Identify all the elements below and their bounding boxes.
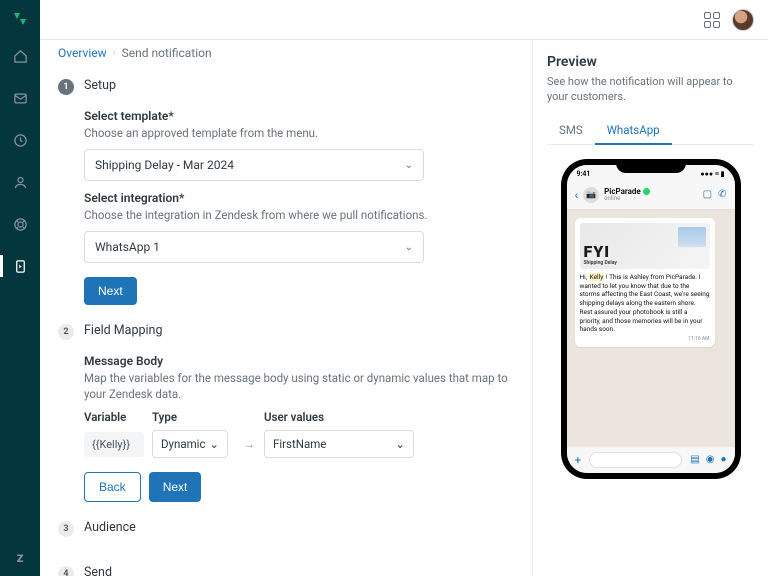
breadcrumb: Overview › Send notification xyxy=(58,46,514,60)
chevron-down-icon: ⌄ xyxy=(395,437,405,451)
sticker-icon: ▤ xyxy=(690,454,699,465)
step-2-marker: 2 xyxy=(58,324,74,340)
nav-support[interactable] xyxy=(0,210,40,238)
user-value-select-value: FirstName xyxy=(273,437,326,451)
whatsapp-text-input xyxy=(589,452,682,468)
nav-home[interactable] xyxy=(0,42,40,70)
integration-select[interactable]: WhatsApp 1 ⌄ xyxy=(84,231,424,263)
phone-signal-icon: ●●● ≡ ▮ xyxy=(700,170,724,178)
apps-switcher-icon[interactable] xyxy=(704,12,720,28)
step-4-title: Send xyxy=(84,565,112,576)
preview-pane: Preview See how the notification will ap… xyxy=(532,40,768,576)
contact-status: online xyxy=(604,196,698,202)
col-variable: Variable xyxy=(84,410,152,424)
type-select[interactable]: Dynamic ⌄ xyxy=(152,430,228,458)
preview-tabs: SMS WhatsApp xyxy=(547,117,754,145)
whatsapp-input-bar: + ▤ ◉ ● xyxy=(567,447,735,473)
breadcrumb-root[interactable]: Overview xyxy=(58,46,107,60)
chevron-down-icon: ⌄ xyxy=(405,160,413,171)
setup-next-button[interactable]: Next xyxy=(84,277,137,305)
app-sidebar: z xyxy=(0,0,40,576)
arrow-right-icon: → xyxy=(234,437,264,451)
mic-icon: ● xyxy=(720,454,726,465)
tab-whatsapp[interactable]: WhatsApp xyxy=(595,117,672,145)
image-headline: FYI xyxy=(584,244,706,260)
col-user-values: User values xyxy=(264,410,514,424)
preview-title: Preview xyxy=(547,54,754,70)
nav-notifications[interactable] xyxy=(0,252,40,280)
user-value-select[interactable]: FirstName ⌄ xyxy=(264,430,414,458)
image-subhead: Shipping Delay xyxy=(584,260,706,266)
chat-body: FYI Shipping Delay Hi, Kelly ! This is A… xyxy=(567,210,735,447)
step-2-title: Field Mapping xyxy=(84,323,162,340)
step-3-title: Audience xyxy=(84,520,136,537)
back-icon: ‹ xyxy=(575,188,579,202)
variable-highlight: Kelly xyxy=(589,273,605,281)
video-call-icon: ▢ xyxy=(703,189,712,200)
template-help: Choose an approved template from the men… xyxy=(84,125,514,141)
tab-sms[interactable]: SMS xyxy=(547,117,595,144)
breadcrumb-current: Send notification xyxy=(122,46,212,60)
chevron-right-icon: › xyxy=(113,48,116,59)
nav-history[interactable] xyxy=(0,126,40,154)
mapping-next-button[interactable]: Next xyxy=(149,472,202,502)
verified-badge-icon xyxy=(643,188,650,195)
variable-chip: {{Kelly}} xyxy=(84,432,144,457)
zendesk-logo-icon: z xyxy=(16,550,23,566)
chevron-down-icon: ⌄ xyxy=(209,437,219,451)
integration-help: Choose the integration in Zendesk from w… xyxy=(84,207,514,223)
app-logo xyxy=(11,10,29,28)
attach-icon: + xyxy=(575,453,582,467)
message-body-title: Message Body xyxy=(84,354,514,368)
voice-call-icon: ✆ xyxy=(718,189,726,200)
message-bubble: FYI Shipping Delay Hi, Kelly ! This is A… xyxy=(575,218,715,347)
phone-mockup: 9:41 ●●● ≡ ▮ ‹ 📷 PicParade online ▢ ✆ xyxy=(561,159,741,479)
step-1-marker: 1 xyxy=(58,79,74,95)
nav-users[interactable] xyxy=(0,168,40,196)
integration-label: Select integration* xyxy=(84,191,514,205)
mapping-back-button[interactable]: Back xyxy=(84,472,141,502)
top-bar xyxy=(40,0,768,40)
step-1-title: Setup xyxy=(84,78,116,95)
user-avatar[interactable] xyxy=(732,9,754,31)
template-label: Select template* xyxy=(84,109,514,123)
phone-time: 9:41 xyxy=(577,170,591,178)
message-text: Hi, Kelly ! This is Ashley from PicParad… xyxy=(580,273,710,334)
nav-messages[interactable] xyxy=(0,84,40,112)
preview-desc: See how the notification will appear to … xyxy=(547,74,754,105)
step-3-marker: 3 xyxy=(58,521,74,537)
message-image: FYI Shipping Delay xyxy=(580,223,710,269)
chevron-down-icon: ⌄ xyxy=(405,242,413,253)
col-type: Type xyxy=(152,410,234,424)
type-select-value: Dynamic xyxy=(161,437,206,451)
template-select[interactable]: Shipping Delay - Mar 2024 ⌄ xyxy=(84,149,424,181)
step-4-marker: 4 xyxy=(58,566,74,576)
integration-select-value: WhatsApp 1 xyxy=(95,240,160,254)
message-body-help: Map the variables for the message body u… xyxy=(84,370,514,402)
whatsapp-header: ‹ 📷 PicParade online ▢ ✆ xyxy=(567,183,735,210)
message-time: 11:16 AM xyxy=(580,336,710,342)
camera-icon: ◉ xyxy=(706,454,715,465)
template-select-value: Shipping Delay - Mar 2024 xyxy=(95,158,234,172)
config-pane: Overview › Send notification 1 Setup Sel… xyxy=(40,40,532,576)
phone-notch xyxy=(616,159,686,173)
contact-avatar-icon: 📷 xyxy=(583,187,599,203)
